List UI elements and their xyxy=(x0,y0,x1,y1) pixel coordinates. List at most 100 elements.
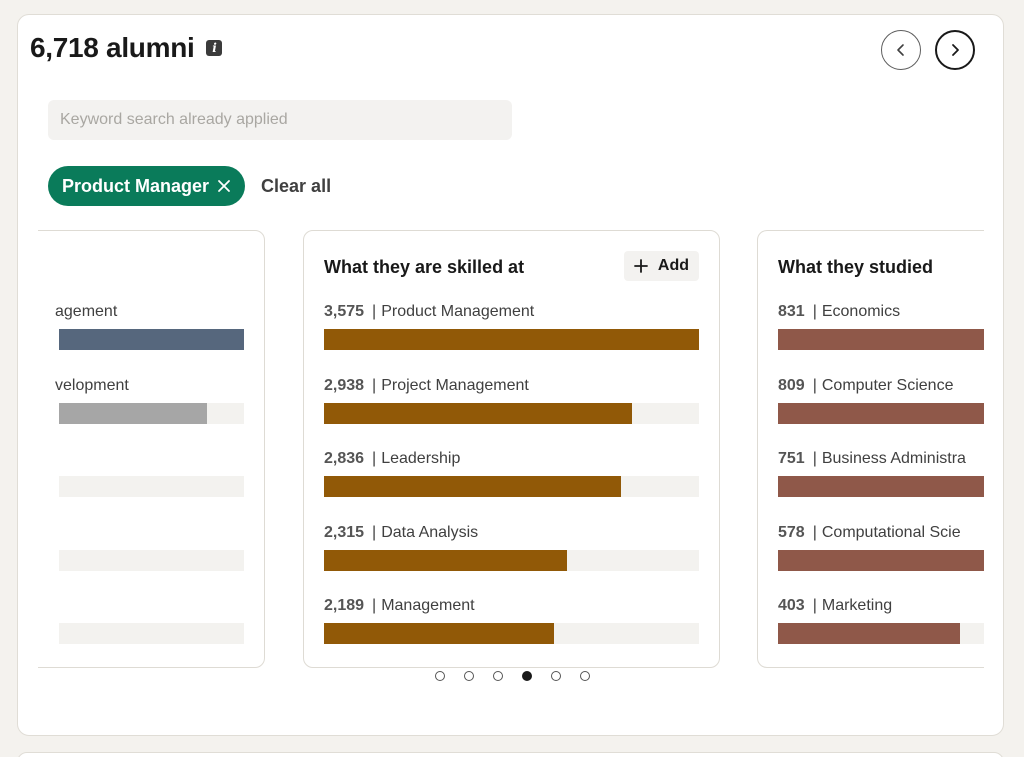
pagination-dot[interactable] xyxy=(492,671,503,681)
pagination-dot[interactable] xyxy=(579,671,590,681)
bar-fill xyxy=(778,403,984,424)
row-label: 403 | Marketing xyxy=(778,597,892,615)
row-label: 2,315 | Data Analysis xyxy=(324,524,478,542)
row-label: 578 | Computational Scie xyxy=(778,524,961,542)
insight-card-skills: What they are skilled at Add 3,575 | Produ… xyxy=(303,230,720,668)
bar-track xyxy=(324,550,699,571)
list-item[interactable]: 3,575 | Product Management xyxy=(324,303,699,363)
row-count: 2,315 xyxy=(324,524,365,541)
row-separator: | xyxy=(372,450,377,467)
row-name: Leadership xyxy=(381,450,461,467)
bar-track xyxy=(59,403,244,424)
bar-track xyxy=(778,623,984,644)
bar-fill xyxy=(324,550,567,571)
list-item[interactable]: 2,315 | Data Analysis xyxy=(324,524,699,584)
pagination-dot[interactable] xyxy=(521,671,532,681)
bar-track xyxy=(59,476,244,497)
row-separator: | xyxy=(372,524,377,541)
row-separator: | xyxy=(372,303,377,320)
list-item[interactable]: velopment xyxy=(38,377,244,437)
bar-fill xyxy=(324,623,554,644)
list-item[interactable]: 2,938 | Project Management xyxy=(324,377,699,437)
list-item[interactable]: 809 | Computer Science xyxy=(778,377,984,437)
row-label: 2,836 | Leadership xyxy=(324,450,460,468)
row-label: velopment xyxy=(55,377,129,394)
bar-track xyxy=(59,550,244,571)
row-name: Computer Science xyxy=(821,377,954,394)
row-label: 809 | Computer Science xyxy=(778,377,953,395)
next-panel-edge xyxy=(17,752,1004,757)
row-name: Computational Scie xyxy=(821,524,961,541)
filter-pill-product-manager[interactable]: Product Manager xyxy=(48,166,246,206)
row-count: 809 xyxy=(778,377,805,394)
bar-fill xyxy=(778,329,984,350)
list-item[interactable]: 2,836 | Leadership xyxy=(324,450,699,510)
row-count: 403 xyxy=(778,597,805,614)
list-item[interactable] xyxy=(38,524,244,584)
add-button-label: Add xyxy=(657,257,689,274)
row-separator: | xyxy=(812,597,817,614)
row-name: Management xyxy=(381,597,475,614)
info-icon[interactable]: i xyxy=(206,40,223,56)
bar-track xyxy=(324,329,699,350)
row-separator: | xyxy=(812,303,817,320)
row-separator: | xyxy=(812,450,817,467)
bar-track xyxy=(324,476,699,497)
list-item[interactable]: agement xyxy=(38,303,244,363)
pagination-dot[interactable] xyxy=(550,671,561,681)
filter-pill-label: Product Manager xyxy=(62,175,210,196)
bar-track xyxy=(324,623,699,644)
pagination-dot[interactable] xyxy=(463,671,474,681)
title-row: 6,718 alumni i xyxy=(30,32,223,64)
card-title: What they studied xyxy=(778,257,934,277)
clear-all-button[interactable]: Clear all xyxy=(261,176,331,197)
insight-card-left-partial: agement velopment xyxy=(38,230,265,668)
bar-track xyxy=(59,329,244,350)
list-item[interactable]: 831 | Economics xyxy=(778,303,984,363)
list-item[interactable]: 403 | Marketing xyxy=(778,597,984,657)
bar-track xyxy=(778,329,984,350)
plus-icon xyxy=(633,259,648,273)
row-count: 2,938 xyxy=(324,377,365,394)
row-name: Business Administra xyxy=(821,450,966,467)
row-name: Economics xyxy=(821,303,901,320)
bar-track xyxy=(778,476,984,497)
row-count: 751 xyxy=(778,450,805,467)
row-label: 2,189 | Management xyxy=(324,597,475,615)
row-name: Marketing xyxy=(821,597,893,614)
card-title: What they are skilled at xyxy=(324,257,525,277)
bar-track xyxy=(59,623,244,644)
bar-fill xyxy=(59,403,207,424)
close-icon[interactable] xyxy=(217,179,231,193)
alumni-count-title: 6,718 alumni xyxy=(30,32,195,63)
bar-fill xyxy=(778,623,960,644)
row-name: Product Management xyxy=(381,303,535,320)
chevron-right-icon xyxy=(952,44,959,56)
bar-fill xyxy=(324,403,633,424)
next-button[interactable] xyxy=(935,30,975,70)
insights-carousel: agement velopment What they are skilled … xyxy=(38,230,984,670)
list-item[interactable] xyxy=(38,597,244,657)
pagination-dot[interactable] xyxy=(434,671,445,681)
row-count: 831 xyxy=(778,303,805,320)
keyword-search-input[interactable] xyxy=(48,100,512,140)
bar-fill xyxy=(324,329,699,350)
filter-row: Product Manager Clear all xyxy=(48,166,331,206)
row-label: 2,938 | Project Management xyxy=(324,377,529,395)
row-count: 578 xyxy=(778,524,805,541)
bar-track xyxy=(778,403,984,424)
add-skill-button[interactable]: Add xyxy=(623,251,699,281)
bar-fill xyxy=(778,476,984,497)
row-separator: | xyxy=(372,377,377,394)
insight-card-studied: What they studied 831 | Economics 809 | Comp… xyxy=(757,230,984,668)
carousel-pagination xyxy=(0,671,1024,681)
row-count: 3,575 xyxy=(324,303,365,320)
list-item[interactable]: 578 | Computational Scie xyxy=(778,524,984,584)
bar-fill xyxy=(778,550,984,571)
list-item[interactable] xyxy=(38,450,244,510)
list-item[interactable]: 751 | Business Administra xyxy=(778,450,984,510)
list-item[interactable]: 2,189 | Management xyxy=(324,597,699,657)
previous-button[interactable] xyxy=(881,30,921,70)
row-label: 751 | Business Administra xyxy=(778,450,966,468)
row-label: 831 | Economics xyxy=(778,303,900,321)
